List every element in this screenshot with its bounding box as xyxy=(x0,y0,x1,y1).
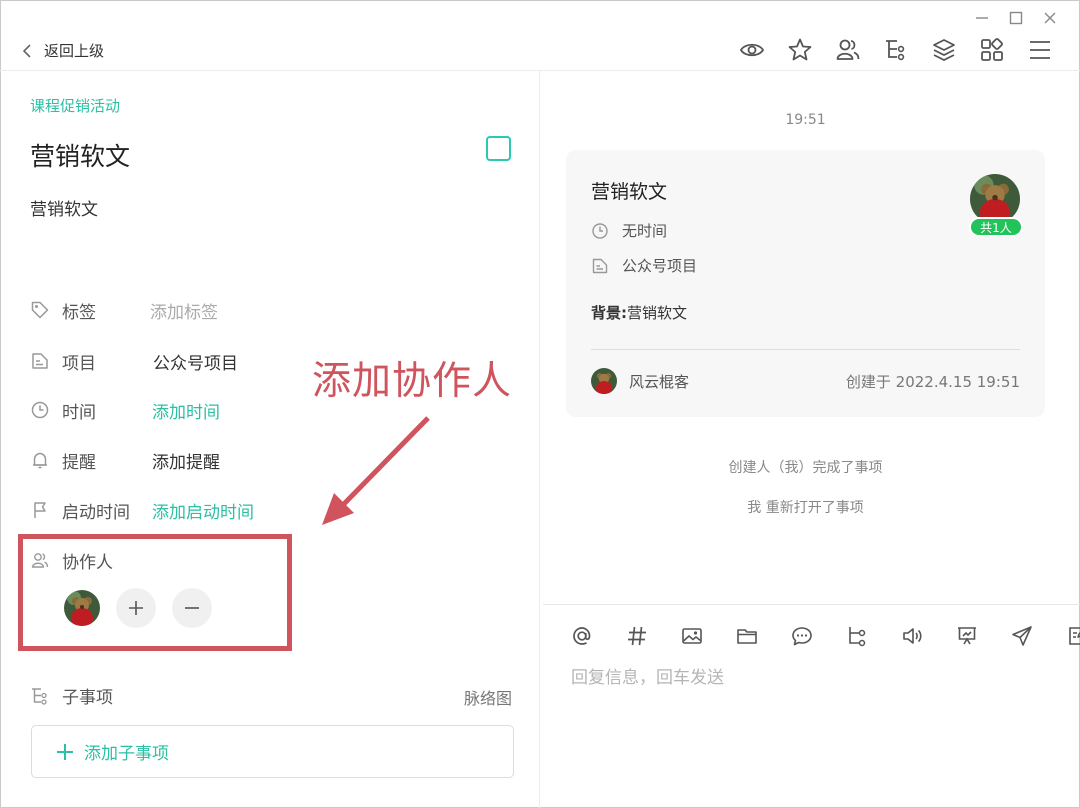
tree-icon xyxy=(30,686,50,706)
card-footer: 风云棍客 创建于 2022.4.15 19:51 xyxy=(591,368,1020,394)
project-value[interactable]: 公众号项目 xyxy=(153,349,238,374)
time-label: 时间 xyxy=(62,402,96,423)
send-icon[interactable] xyxy=(1007,621,1037,651)
network-graph-link[interactable]: 脉络图 xyxy=(464,685,512,709)
image-icon[interactable] xyxy=(677,621,707,651)
header: 返回上级 xyxy=(0,32,1080,71)
bell-icon xyxy=(30,450,50,470)
avatar[interactable] xyxy=(591,368,617,394)
flow-icon[interactable] xyxy=(842,621,872,651)
card-background: 背景:营销软文 xyxy=(591,302,687,323)
annotation-highlight-box xyxy=(18,534,292,651)
task-title[interactable]: 营销软文 xyxy=(30,137,130,173)
composer-divider xyxy=(543,604,1080,605)
complete-checkbox[interactable] xyxy=(486,136,511,161)
document-icon xyxy=(591,257,609,275)
speaker-icon[interactable] xyxy=(897,621,927,651)
add-start-time-link[interactable]: 添加启动时间 xyxy=(152,498,254,523)
start-time-label: 启动时间 xyxy=(62,502,130,523)
task-card[interactable]: 营销软文 无时间 公众号项目 背景:营销软文 共1人 风云棍客 创建于 2022… xyxy=(566,150,1045,417)
layers-icon[interactable] xyxy=(930,36,958,64)
tree-icon[interactable] xyxy=(882,36,910,64)
card-time: 无时间 xyxy=(622,222,668,240)
add-reminder-link[interactable]: 添加提醒 xyxy=(152,448,220,473)
activity-entry: 我 重新打开了事项 xyxy=(747,500,864,516)
created-timestamp: 创建于 2022.4.15 19:51 xyxy=(845,372,1020,391)
tags-label: 标签 xyxy=(62,302,96,323)
menu-icon[interactable] xyxy=(1026,36,1054,64)
breadcrumb[interactable]: 课程促销活动 xyxy=(30,95,120,116)
card-background-label: 背景: xyxy=(591,304,627,322)
subitems-label: 子事项 xyxy=(62,688,113,708)
minimize-icon[interactable] xyxy=(972,8,992,28)
close-icon[interactable] xyxy=(1040,8,1060,28)
maximize-icon[interactable] xyxy=(1006,8,1026,28)
card-background-value: 营销软文 xyxy=(627,304,688,322)
prop-tags: 标签 添加标签 xyxy=(30,295,218,325)
clock-icon xyxy=(591,222,609,240)
document-icon xyxy=(30,351,50,371)
at-icon[interactable] xyxy=(567,621,597,651)
edit-icon[interactable] xyxy=(1062,621,1080,651)
member-count-badge: 共1人 xyxy=(969,217,1023,237)
prop-time: 时间 添加时间 xyxy=(30,395,220,425)
apps-icon[interactable] xyxy=(978,36,1006,64)
add-subitem-label: 添加子事项 xyxy=(84,744,169,764)
window-controls xyxy=(972,8,1060,28)
flag-icon xyxy=(30,500,50,520)
card-divider xyxy=(591,349,1020,350)
feed-timestamp: 19:51 xyxy=(785,112,826,128)
hash-icon[interactable] xyxy=(622,621,652,651)
chat-bubble-icon[interactable] xyxy=(787,621,817,651)
add-subitem-button[interactable]: 添加子事项 xyxy=(31,725,514,778)
card-title: 营销软文 xyxy=(591,181,668,203)
creator-name: 风云棍客 xyxy=(629,372,690,391)
back-button[interactable]: 返回上级 xyxy=(22,40,104,61)
add-time-link[interactable]: 添加时间 xyxy=(152,398,220,423)
activity-entry: 创建人（我）完成了事项 xyxy=(728,460,883,476)
presentation-icon[interactable] xyxy=(952,621,982,651)
prop-reminder: 提醒 添加提醒 xyxy=(30,445,220,475)
card-project: 公众号项目 xyxy=(622,257,698,275)
prop-start-time: 启动时间 添加启动时间 xyxy=(30,495,254,525)
reminder-label: 提醒 xyxy=(62,452,96,473)
tag-icon xyxy=(30,300,50,320)
clock-icon xyxy=(30,400,50,420)
folder-icon[interactable] xyxy=(732,621,762,651)
chevron-left-icon xyxy=(22,43,32,59)
composer-toolbar xyxy=(567,621,1080,651)
reply-input[interactable] xyxy=(571,661,1051,695)
toolbar xyxy=(738,36,1054,64)
annotation-text: 添加协作人 xyxy=(312,359,513,404)
back-label: 返回上级 xyxy=(44,42,105,60)
task-description[interactable]: 营销软文 xyxy=(30,195,98,220)
card-time-row: 无时间 xyxy=(591,220,667,241)
card-project-row: 公众号项目 xyxy=(591,255,697,276)
activity-panel: 19:51 营销软文 无时间 公众号项目 背景:营销软文 共1人 风云棍客 创建… xyxy=(541,71,1080,808)
subitems-header: 子事项 脉络图 xyxy=(30,683,512,708)
prop-project: 项目 公众号项目 xyxy=(30,346,238,376)
plus-icon xyxy=(56,743,74,761)
task-detail-panel: 课程促销活动 营销软文 营销软文 标签 添加标签 项目 公众号项目 时间 添加时… xyxy=(0,71,540,808)
users-icon[interactable] xyxy=(834,36,862,64)
add-tag-link[interactable]: 添加标签 xyxy=(150,298,218,323)
eye-icon[interactable] xyxy=(738,36,766,64)
star-icon[interactable] xyxy=(786,36,814,64)
project-label: 项目 xyxy=(62,353,96,374)
